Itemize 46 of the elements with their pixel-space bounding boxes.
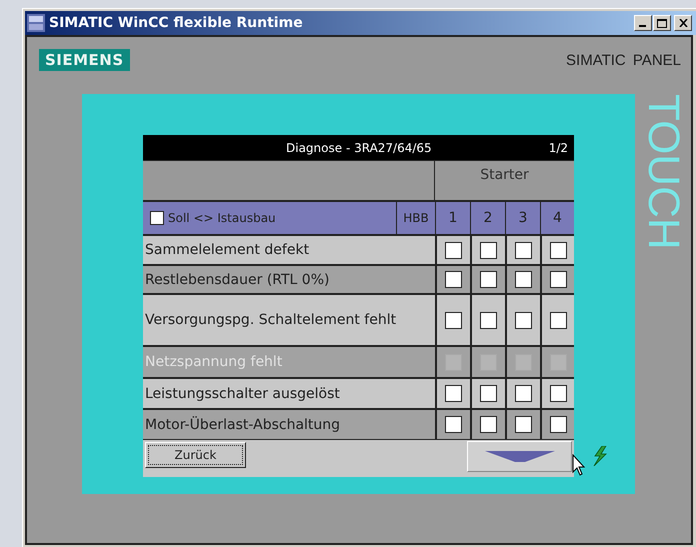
row-label: Versorgungspg. Schaltelement fehlt	[144, 311, 398, 330]
checkbox[interactable]	[445, 416, 462, 433]
checkbox-label: Soll <> Istausbau	[168, 211, 276, 225]
group-label: Starter	[479, 166, 530, 185]
page-indicator: 1/2	[548, 140, 568, 154]
checkbox[interactable]	[515, 385, 532, 402]
checkbox[interactable]	[550, 312, 566, 328]
row-label: Netzspannung fehlt	[144, 353, 284, 372]
checkbox[interactable]	[445, 242, 462, 258]
row-label: Sammelelement defekt	[144, 241, 310, 260]
window-title: SIMATIC WinCC flexible Runtime	[49, 15, 304, 31]
table-title: Diagnose - 3RA27/64/65	[285, 140, 433, 154]
brand-logo: SIEMENS	[39, 49, 130, 71]
maximize-button[interactable]	[653, 15, 671, 31]
cursor-icon	[572, 454, 586, 476]
checkbox[interactable]	[445, 312, 462, 328]
checkbox[interactable]	[515, 312, 532, 328]
panel-label: SIMATIC PANEL	[566, 52, 681, 68]
checkbox[interactable]	[550, 242, 566, 258]
checkbox[interactable]	[515, 242, 532, 258]
row-label: Restlebensdauer (RTL 0%)	[144, 270, 330, 290]
back-button[interactable]: Zurück	[145, 442, 246, 468]
checkbox[interactable]	[480, 271, 497, 288]
row-label: Motor-Überlast-Abschaltung	[144, 415, 342, 434]
checkbox[interactable]	[515, 416, 532, 433]
touch-label: TOUCH	[638, 94, 689, 250]
checkbox[interactable]	[550, 271, 566, 288]
close-icon	[678, 19, 688, 27]
checkbox[interactable]	[480, 312, 497, 328]
close-button[interactable]	[674, 15, 692, 31]
next-page-button[interactable]	[467, 441, 572, 472]
checkbox[interactable]	[150, 211, 164, 225]
checkbox[interactable]	[480, 242, 497, 258]
app-icon	[27, 14, 45, 32]
maximize-icon	[657, 18, 667, 28]
lightning-icon	[592, 446, 608, 466]
checkbox[interactable]	[550, 416, 566, 433]
checkbox[interactable]	[515, 271, 532, 288]
row-label: Leistungsschalter ausgelöst	[144, 384, 341, 404]
checkbox[interactable]	[550, 385, 566, 402]
checkbox[interactable]	[480, 416, 497, 433]
checkbox[interactable]	[445, 271, 462, 288]
down-arrow-icon	[484, 450, 554, 462]
checkbox[interactable]	[445, 385, 462, 402]
minimize-button[interactable]	[634, 15, 652, 31]
checkbox[interactable]	[480, 385, 497, 402]
